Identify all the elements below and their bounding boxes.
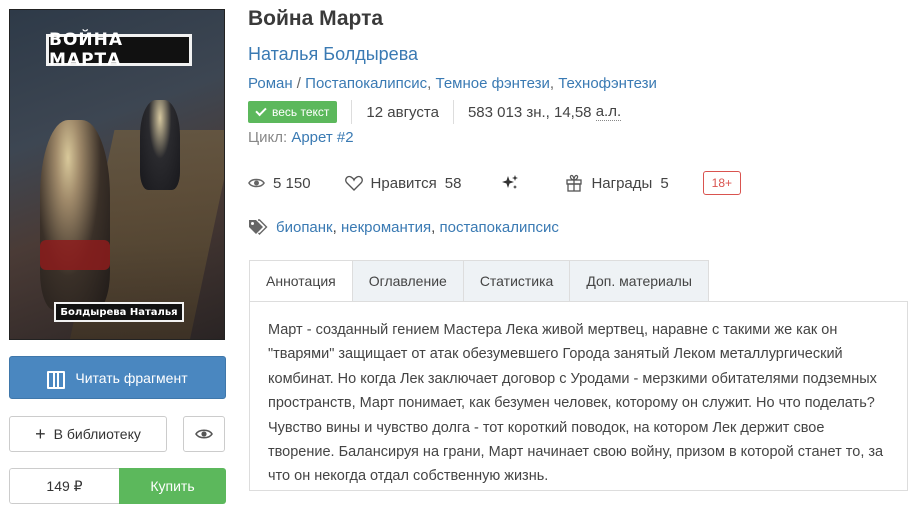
awards-count: 5: [660, 174, 669, 192]
book-cover[interactable]: ВОЙНА МАРТА Болдырева Наталья: [9, 9, 225, 340]
tabs: Аннотация Оглавление Статистика Доп. мат…: [249, 260, 709, 302]
add-to-library-label: В библиотеку: [53, 426, 141, 442]
divider: [452, 100, 454, 124]
age-rating-badge: 18+: [702, 171, 742, 195]
author-sheets-unit[interactable]: а.л.: [595, 103, 622, 121]
meta-row: весь текст 12 августа 583 013 зн., 14,58…: [248, 100, 622, 124]
buy-button[interactable]: Купить: [119, 468, 226, 504]
add-to-library-button[interactable]: + В библиотеку: [9, 416, 167, 452]
tab-annotation[interactable]: Аннотация: [249, 260, 353, 302]
full-text-badge: весь текст: [248, 101, 338, 123]
genre-separator: /: [292, 75, 306, 92]
awards-button[interactable]: Награды 5: [565, 174, 669, 192]
genre-separator: ,: [549, 75, 559, 92]
price: 149 ₽: [9, 468, 119, 504]
genre-link[interactable]: Постапокалипсис: [305, 75, 427, 92]
cover-author: Болдырева Наталья: [54, 302, 184, 322]
tag-link[interactable]: некромантия: [341, 219, 431, 236]
cycle-label: Цикл:: [248, 129, 288, 146]
tab-statistics[interactable]: Статистика: [463, 260, 571, 302]
views-count: 5 150: [273, 174, 311, 192]
eye-icon: [195, 429, 213, 439]
awards-label: Награды: [591, 174, 653, 192]
gift-icon: [566, 174, 583, 192]
heart-icon: [344, 175, 363, 191]
views-stat: 5 150: [248, 175, 311, 192]
author-link[interactable]: Наталья Болдырева: [248, 44, 418, 65]
open-book-icon: [47, 370, 66, 389]
tag-link[interactable]: постапокалипсис: [440, 219, 559, 236]
genre-list: Роман / Постапокалипсис, Темное фэнтези,…: [248, 75, 657, 92]
stats-row: 5 150 Нравится 58 Награды 5 18+: [248, 171, 742, 195]
genre-link[interactable]: Темное фэнтези: [436, 75, 550, 92]
cover-art-figure: [140, 100, 180, 190]
cycle: Цикл: Аррет #2: [248, 129, 354, 146]
cycle-link[interactable]: Аррет #2: [291, 129, 353, 146]
genre-link[interactable]: Технофэнтези: [558, 75, 657, 92]
check-icon: [255, 104, 267, 117]
tag-icon: [249, 219, 268, 235]
genre-link[interactable]: Роман: [248, 75, 293, 92]
book-title: Война Марта: [248, 7, 384, 30]
likes-label: Нравится: [370, 174, 437, 192]
eye-icon: [248, 178, 265, 188]
likes-count: 58: [444, 174, 462, 192]
sparkle-icon: [502, 175, 519, 189]
divider: [351, 100, 353, 124]
read-fragment-label: Читать фрагмент: [75, 369, 188, 386]
tag-list: биопанк, некромантия, постапокалипсис: [276, 218, 559, 236]
buy-group: 149 ₽ Купить: [9, 468, 226, 504]
char-count: 583 013 зн., 14,58: [467, 103, 592, 121]
plus-icon: +: [35, 424, 46, 444]
cover-title: ВОЙНА МАРТА: [46, 30, 192, 70]
watch-button[interactable]: [183, 416, 225, 452]
tab-extra-materials[interactable]: Доп. материалы: [570, 260, 709, 302]
cover-art-figure: [40, 120, 110, 310]
tags-row: биопанк, некромантия, постапокалипсис: [248, 217, 559, 237]
sparkle-button[interactable]: [501, 174, 519, 192]
publish-date: 12 августа: [366, 103, 439, 121]
tab-contents[interactable]: Оглавление: [352, 260, 464, 302]
cover-art-detail: [40, 240, 110, 270]
annotation-text: Март - созданный гением Мастера Лека жив…: [249, 301, 908, 491]
read-fragment-button[interactable]: Читать фрагмент: [9, 356, 226, 399]
like-button[interactable]: Нравится 58: [344, 174, 462, 192]
full-text-label: весь текст: [272, 105, 330, 119]
genre-separator: ,: [427, 75, 436, 92]
tag-link[interactable]: биопанк: [276, 219, 333, 236]
